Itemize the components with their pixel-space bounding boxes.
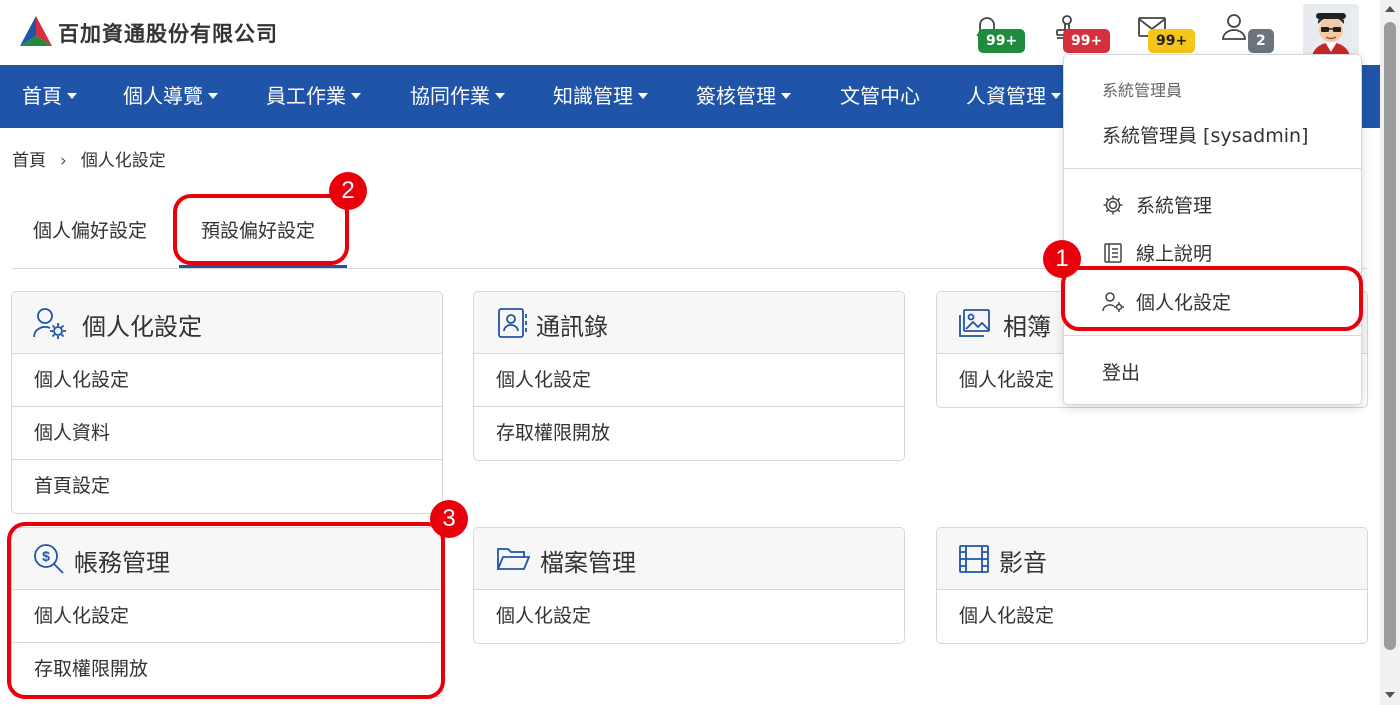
- avatar[interactable]: [1303, 4, 1359, 60]
- card-title: 檔案管理: [540, 549, 636, 577]
- approvals-badge: 99+: [1063, 29, 1111, 53]
- dropdown-divider: [1064, 168, 1361, 169]
- menu-item-system-admin[interactable]: 系統管理: [1102, 191, 1212, 218]
- card-title: 影音: [999, 549, 1047, 577]
- dropdown-username: 系統管理員 [sysadmin]: [1102, 125, 1309, 147]
- card-title: 通訊錄: [536, 313, 608, 341]
- breadcrumb-home[interactable]: 首頁: [12, 151, 46, 171]
- card-header: 通訊錄: [474, 292, 904, 354]
- nav-item-home[interactable]: 首頁: [22, 65, 77, 128]
- card-title: 相簿: [1003, 313, 1051, 341]
- nav-item-documents[interactable]: 文管中心: [840, 65, 920, 128]
- annotation-highlight-3: [7, 522, 445, 699]
- card-link[interactable]: 個人化設定: [474, 354, 904, 407]
- card-header: 個人化設定: [12, 292, 442, 354]
- nav-item-employee-ops[interactable]: 員工作業: [266, 65, 361, 128]
- caret-down-icon: [351, 92, 361, 99]
- caret-down-icon: [638, 92, 648, 99]
- card-link[interactable]: 存取權限開放: [474, 407, 904, 460]
- scroll-thumb[interactable]: [1384, 22, 1396, 650]
- card-contacts: 通訊錄 個人化設定 存取權限開放: [473, 291, 905, 461]
- menu-item-logout[interactable]: 登出: [1102, 358, 1140, 385]
- scroll-up-arrow-icon[interactable]: [1385, 6, 1395, 12]
- card-link[interactable]: 個人資料: [12, 407, 442, 460]
- annotation-number-3: 3: [430, 500, 468, 538]
- caret-down-icon: [208, 92, 218, 99]
- chevron-right-icon: ›: [60, 151, 67, 171]
- vertical-scrollbar[interactable]: [1380, 0, 1400, 705]
- user-dropdown-menu: 系統管理員 系統管理員 [sysadmin] 系統管理 線上說明 個人化設定 登…: [1063, 54, 1362, 405]
- company-name[interactable]: 百加資通股份有限公司: [58, 18, 278, 48]
- scroll-down-arrow-icon[interactable]: [1385, 692, 1395, 698]
- avatar-image: [1311, 13, 1351, 60]
- caret-down-icon: [1051, 92, 1061, 99]
- dropdown-divider: [1064, 335, 1361, 336]
- card-file-management: 檔案管理 個人化設定: [473, 527, 905, 644]
- card-media: 影音 個人化設定: [936, 527, 1368, 644]
- card-personalization: 個人化設定 個人化設定 個人資料 首頁設定: [11, 291, 443, 514]
- card-link[interactable]: 個人化設定: [474, 590, 904, 643]
- dropdown-header: 系統管理員: [1102, 81, 1183, 100]
- breadcrumb: 首頁 › 個人化設定: [12, 146, 166, 171]
- card-header: 檔案管理: [474, 528, 904, 590]
- nav-item-knowledge[interactable]: 知識管理: [553, 65, 648, 128]
- annotation-highlight-2: [173, 194, 349, 265]
- gear-icon: [1103, 195, 1123, 214]
- card-link[interactable]: 個人化設定: [12, 354, 442, 407]
- annotation-number-2: 2: [329, 172, 367, 210]
- nav-item-hr[interactable]: 人資管理: [966, 65, 1061, 128]
- folder-open-icon: [496, 548, 530, 570]
- nav-item-personal-guide[interactable]: 個人導覽: [123, 65, 218, 128]
- caret-down-icon: [67, 92, 77, 99]
- messages-badge: 99+: [1148, 29, 1196, 53]
- notifications-badge: 99+: [978, 29, 1026, 53]
- annotation-highlight-1: [1061, 266, 1363, 331]
- image-gallery-icon: [959, 309, 990, 337]
- user-icon[interactable]: [1219, 12, 1249, 42]
- breadcrumb-current: 個人化設定: [80, 151, 166, 171]
- nav-item-approval[interactable]: 簽核管理: [696, 65, 791, 128]
- caret-down-icon: [781, 92, 791, 99]
- card-header: 影音: [937, 528, 1367, 590]
- nav-item-collaboration[interactable]: 協同作業: [410, 65, 505, 128]
- caret-down-icon: [495, 92, 505, 99]
- annotation-number-1: 1: [1043, 240, 1081, 278]
- film-icon: [959, 545, 989, 573]
- company-logo-icon[interactable]: [16, 14, 56, 48]
- menu-item-online-help[interactable]: 線上說明: [1102, 239, 1212, 266]
- contact-book-icon: [498, 308, 527, 338]
- users-badge: 2: [1248, 29, 1274, 53]
- tab-personal-preferences[interactable]: 個人偏好設定: [33, 216, 147, 243]
- user-gear-icon: [33, 308, 66, 339]
- card-link[interactable]: 首頁設定: [12, 460, 442, 513]
- card-link[interactable]: 個人化設定: [937, 590, 1367, 643]
- card-title: 個人化設定: [82, 313, 202, 341]
- book-icon: [1104, 242, 1122, 263]
